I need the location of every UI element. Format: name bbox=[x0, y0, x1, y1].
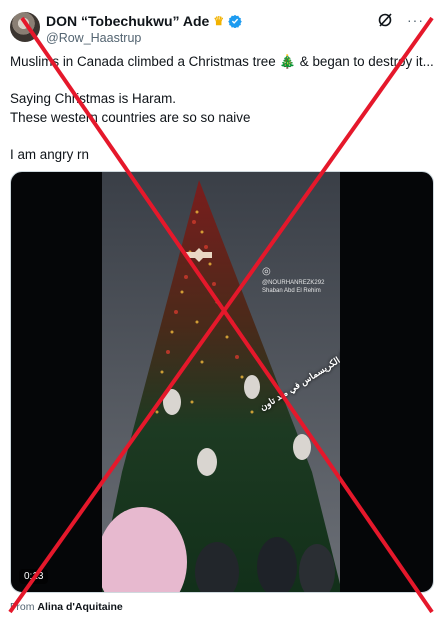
avatar[interactable] bbox=[10, 12, 40, 42]
tweet-body: Muslims in Canada climbed a Christmas tr… bbox=[10, 53, 434, 164]
more-options-icon[interactable]: ··· bbox=[407, 12, 424, 28]
media-source: From Alina d'Aquitaine bbox=[10, 601, 123, 613]
watermark-subtitle: Shaban Abd El Rehim bbox=[262, 288, 321, 294]
author-block: DON “Tobechukwu” Ade ♛ @Row_Haastrup bbox=[46, 13, 242, 45]
from-label: From bbox=[10, 601, 35, 613]
tweet-line-3: These western countries are so so naive bbox=[10, 109, 251, 125]
tweet-line-2: Saying Christmas is Haram. bbox=[10, 91, 176, 106]
author-name[interactable]: DON “Tobechukwu” Ade bbox=[46, 13, 209, 29]
verified-badge-icon bbox=[228, 14, 242, 28]
grok-icon[interactable] bbox=[377, 12, 393, 28]
author-handle[interactable]: @Row_Haastrup bbox=[46, 31, 242, 45]
instagram-icon: ◎ bbox=[262, 266, 271, 277]
video-frame[interactable]: ◎ @NOURHANREZK292 Shaban Abd El Rehim ال… bbox=[102, 172, 340, 592]
video-player[interactable]: ◎ @NOURHANREZK292 Shaban Abd El Rehim ال… bbox=[10, 171, 434, 593]
crown-icon: ♛ bbox=[213, 14, 225, 28]
tweet-header: DON “Tobechukwu” Ade ♛ @Row_Haastrup ··· bbox=[10, 10, 430, 46]
from-source-link[interactable]: Alina d'Aquitaine bbox=[37, 601, 122, 613]
tweet-line-1: Muslims in Canada climbed a Christmas tr… bbox=[10, 54, 434, 69]
tweet-line-4: I am angry rn bbox=[10, 146, 89, 162]
watermark-handle: @NOURHANREZK292 bbox=[262, 280, 325, 286]
author-name-row: DON “Tobechukwu” Ade ♛ bbox=[46, 13, 242, 29]
video-watermark: ◎ @NOURHANREZK292 Shaban Abd El Rehim bbox=[262, 266, 325, 295]
tweet-actions: ··· bbox=[377, 12, 424, 28]
video-timestamp: 0:13 bbox=[19, 569, 49, 584]
